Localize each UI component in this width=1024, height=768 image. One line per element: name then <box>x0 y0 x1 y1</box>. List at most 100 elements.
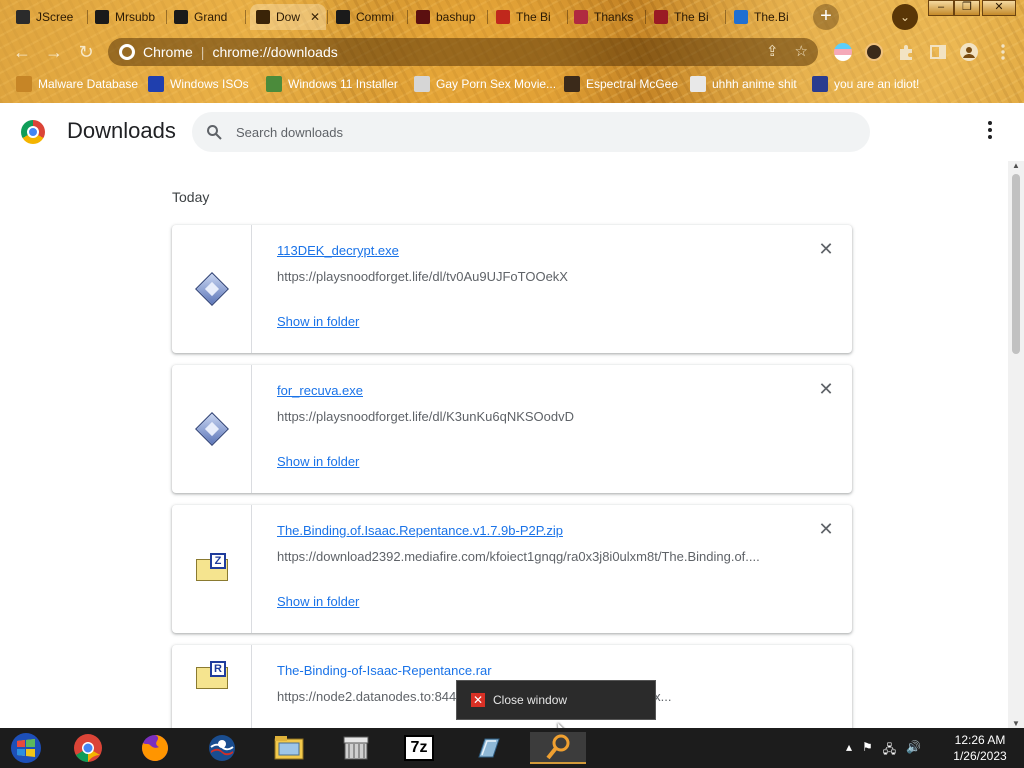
file-icon-column: Z <box>172 505 252 633</box>
tab-search-button[interactable]: ⌄ <box>892 4 918 30</box>
trans-flag-extension-icon[interactable] <box>834 43 852 61</box>
remove-download-icon[interactable]: ✕ <box>818 520 834 538</box>
avatar-icon <box>564 76 580 92</box>
file-icon-column <box>172 225 252 353</box>
address-bar[interactable]: Chrome | chrome://downloads ⇪ ☆ <box>108 38 818 66</box>
search-app-icon[interactable] <box>530 732 586 764</box>
star-icon[interactable]: ☆ <box>795 42 808 60</box>
notepad-icon[interactable] <box>470 732 506 764</box>
firefox-icon[interactable] <box>137 732 173 764</box>
close-tab-icon[interactable]: ✕ <box>310 10 320 24</box>
remove-download-icon[interactable]: ✕ <box>818 240 834 258</box>
isaac-icon <box>654 10 668 24</box>
bookmark-label: Malware Database <box>38 77 139 91</box>
bookmark-item[interactable]: Windows ISOs <box>148 76 249 92</box>
tab-5[interactable]: Commi <box>330 4 406 30</box>
chrome-site-icon <box>119 44 135 60</box>
bookmark-label: Espectral McGee <box>586 77 679 91</box>
close-window-button[interactable]: ✕ <box>982 0 1016 16</box>
browser-menu-icon[interactable] <box>994 43 1012 61</box>
bookmark-item[interactable]: Espectral McGee <box>564 76 678 92</box>
action-center-flag-icon[interactable]: ⚑ <box>862 740 873 761</box>
rar-file-icon: R <box>196 661 228 689</box>
tab-8[interactable]: Thanks <box>568 4 644 30</box>
back-button[interactable]: ← <box>10 40 34 64</box>
isaac-icon <box>496 10 510 24</box>
start-icon[interactable] <box>8 732 44 764</box>
show-in-folder-link[interactable]: Show in folder <box>277 594 359 609</box>
scroll-down-icon[interactable]: ▼ <box>1011 719 1021 728</box>
show-in-folder-link[interactable]: Show in folder <box>277 314 359 329</box>
download-source-url: https://playsnoodforget.life/dl/tv0Au9UJ… <box>277 269 568 284</box>
download-filename-link[interactable]: for_recuva.exe <box>277 383 363 398</box>
date-group-label: Today <box>172 189 210 205</box>
bookmarks-bar: Malware Database Windows ISOs Windows 11 I… <box>0 70 1024 100</box>
share-icon[interactable]: ⇪ <box>766 42 779 60</box>
search-downloads-field[interactable] <box>192 112 870 152</box>
browser-frame: JScree Mrsubb Grand Dow ✕ Commi bashup The Bi Th… <box>0 0 1024 103</box>
7zip-icon[interactable]: 7z <box>401 732 437 764</box>
scroll-up-icon[interactable]: ▲ <box>1011 161 1021 170</box>
tab-6[interactable]: bashup <box>410 4 486 30</box>
bookmark-item[interactable]: Gay Porn Sex Movie... <box>414 76 556 92</box>
executable-file-icon <box>195 412 229 446</box>
puzzle-icon[interactable] <box>897 43 915 61</box>
tab-separator <box>166 10 167 24</box>
tab-7[interactable]: The Bi <box>490 4 566 30</box>
remove-download-icon[interactable]: ✕ <box>818 380 834 398</box>
tray-overflow-icon[interactable]: ▴ <box>846 740 852 761</box>
explorer-icon[interactable] <box>271 732 307 764</box>
scrollbar-thumb[interactable] <box>1012 174 1020 354</box>
taskbar-clock[interactable]: 12:26 AM 1/26/2023 <box>942 732 1018 764</box>
network-icon[interactable]: 🖧 <box>883 740 896 761</box>
page-scrollbar[interactable]: ▲ ▼ <box>1008 161 1024 728</box>
tab-label: The.Bi <box>754 10 789 24</box>
tab-10[interactable]: The.Bi <box>728 4 804 30</box>
tab-9[interactable]: The Bi <box>648 4 724 30</box>
download-item: for_recuva.exe https://playsnoodforget.li… <box>172 365 852 493</box>
tab-2[interactable]: Mrsubb <box>89 4 165 30</box>
search-icon <box>206 124 222 140</box>
tab-separator <box>327 10 328 24</box>
tooltip-label: Close window <box>493 693 568 707</box>
download-filename-link[interactable]: 113DEK_decrypt.exe <box>277 243 399 258</box>
tab-4[interactable]: Dow ✕ <box>250 4 326 30</box>
taskbar: 7z ▴ ⚑ 🖧 🔊 12:26 AM 1/26/2023 <box>0 728 1024 768</box>
volume-icon[interactable]: 🔊 <box>906 740 921 761</box>
bookmark-item[interactable]: Malware Database <box>16 76 138 92</box>
executable-file-icon <box>195 272 229 306</box>
screen: JScree Mrsubb Grand Dow ✕ Commi bashup The Bi Th… <box>0 0 1024 768</box>
archive-icon <box>174 10 188 24</box>
close-window-tooltip[interactable]: ✕ Close window <box>456 680 656 720</box>
maximize-button[interactable]: ❐ <box>954 0 980 16</box>
url-text: chrome://downloads <box>212 44 338 60</box>
download-filename-link[interactable]: The-Binding-of-Isaac-Repentance.rar <box>277 663 492 678</box>
minimize-button[interactable]: – <box>928 0 954 16</box>
chrome-icon[interactable] <box>70 732 106 764</box>
isaac-icon <box>574 10 588 24</box>
close-icon: ✕ <box>471 693 485 707</box>
chrome-logo-icon <box>21 120 45 144</box>
new-tab-button[interactable]: + <box>813 4 839 30</box>
bookmark-label: Gay Porn Sex Movie... <box>436 77 557 91</box>
bookmark-item[interactable]: you are an idiot! <box>812 76 919 92</box>
tab-3[interactable]: Grand <box>168 4 244 30</box>
download-item: Z The.Binding.of.Isaac.Repentance.v1.7.9b… <box>172 505 852 633</box>
bookmark-item[interactable]: uhhh anime shit <box>690 76 797 92</box>
address-separator: | <box>200 44 205 60</box>
search-input[interactable] <box>236 124 816 140</box>
obama-icon[interactable] <box>204 732 240 764</box>
monitor-icon <box>16 10 30 24</box>
reload-button[interactable]: ↻ <box>74 40 98 64</box>
forward-button[interactable]: → <box>42 40 66 64</box>
bookmark-label: Windows 11 Installer <box>288 77 398 91</box>
download-filename-link[interactable]: The.Binding.of.Isaac.Repentance.v1.7.9b-… <box>277 523 563 538</box>
avatar-extension-icon[interactable] <box>865 43 883 61</box>
profile-icon[interactable] <box>960 43 978 61</box>
tab-1[interactable]: JScree <box>10 4 86 30</box>
side-panel-icon[interactable] <box>929 43 947 61</box>
show-in-folder-link[interactable]: Show in folder <box>277 454 359 469</box>
more-actions-icon[interactable] <box>984 121 996 141</box>
archive-icon[interactable] <box>338 732 374 764</box>
bookmark-item[interactable]: Windows 11 Installer <box>266 76 398 92</box>
